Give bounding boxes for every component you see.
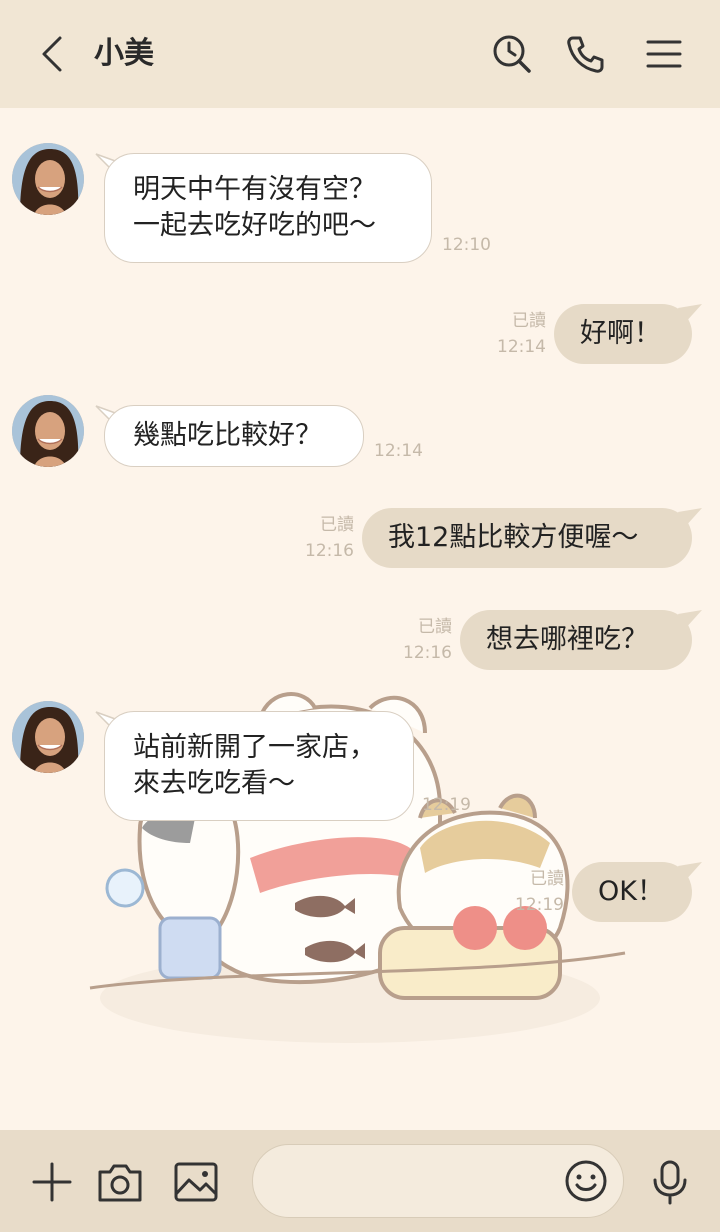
chat-title: 小美	[94, 36, 154, 71]
incoming-message-bubble[interactable]: 站前新開了一家店， 來去吃吃看～	[104, 711, 414, 821]
smiley-icon[interactable]	[563, 1158, 609, 1204]
read-receipt: 已讀	[320, 515, 354, 535]
phone-icon[interactable]	[564, 32, 608, 76]
contact-avatar[interactable]	[12, 395, 84, 467]
hamburger-menu-icon[interactable]	[642, 32, 686, 76]
contact-photo-icon	[12, 143, 84, 215]
message-time: 12:14	[374, 441, 423, 461]
message-time: 12:19	[515, 895, 564, 915]
message-time: 12:16	[305, 541, 354, 561]
bubble-tail	[678, 610, 702, 630]
incoming-message-bubble[interactable]: 明天中午有沒有空？ 一起去吃好吃的吧～	[104, 153, 432, 263]
outgoing-message-bubble[interactable]: OK！	[572, 862, 692, 922]
message-input[interactable]	[252, 1144, 624, 1218]
microphone-icon[interactable]	[646, 1158, 694, 1206]
outgoing-message-bubble[interactable]: 好啊！	[554, 304, 692, 364]
message-time: 12:10	[442, 235, 491, 255]
contact-photo-icon	[12, 395, 84, 467]
read-receipt: 已讀	[530, 869, 564, 889]
message-time: 12:19	[422, 795, 471, 815]
bubble-tail	[678, 508, 702, 528]
message-composer	[0, 1130, 720, 1232]
outgoing-message-bubble[interactable]: 我12點比較方便喔～	[362, 508, 692, 568]
outgoing-message-bubble[interactable]: 想去哪裡吃？	[460, 610, 692, 670]
chat-area[interactable]: 明天中午有沒有空？ 一起去吃好吃的吧～ 12:10 已讀 12:14 好啊！ 幾…	[0, 108, 720, 1130]
read-receipt: 已讀	[512, 311, 546, 331]
chat-header: 小美	[0, 0, 720, 108]
bubble-tail	[678, 862, 702, 882]
incoming-message-bubble[interactable]: 幾點吃比較好？	[104, 405, 364, 467]
message-time: 12:14	[497, 337, 546, 357]
back-chevron-icon[interactable]	[34, 34, 74, 74]
image-icon[interactable]	[172, 1158, 220, 1206]
search-clock-icon[interactable]	[490, 32, 534, 76]
read-receipt: 已讀	[418, 617, 452, 637]
bubble-tail	[678, 304, 702, 324]
contact-photo-icon	[12, 701, 84, 773]
contact-avatar[interactable]	[12, 143, 84, 215]
camera-icon[interactable]	[96, 1158, 144, 1206]
message-time: 12:16	[403, 643, 452, 663]
contact-avatar[interactable]	[12, 701, 84, 773]
plus-icon[interactable]	[28, 1158, 76, 1206]
